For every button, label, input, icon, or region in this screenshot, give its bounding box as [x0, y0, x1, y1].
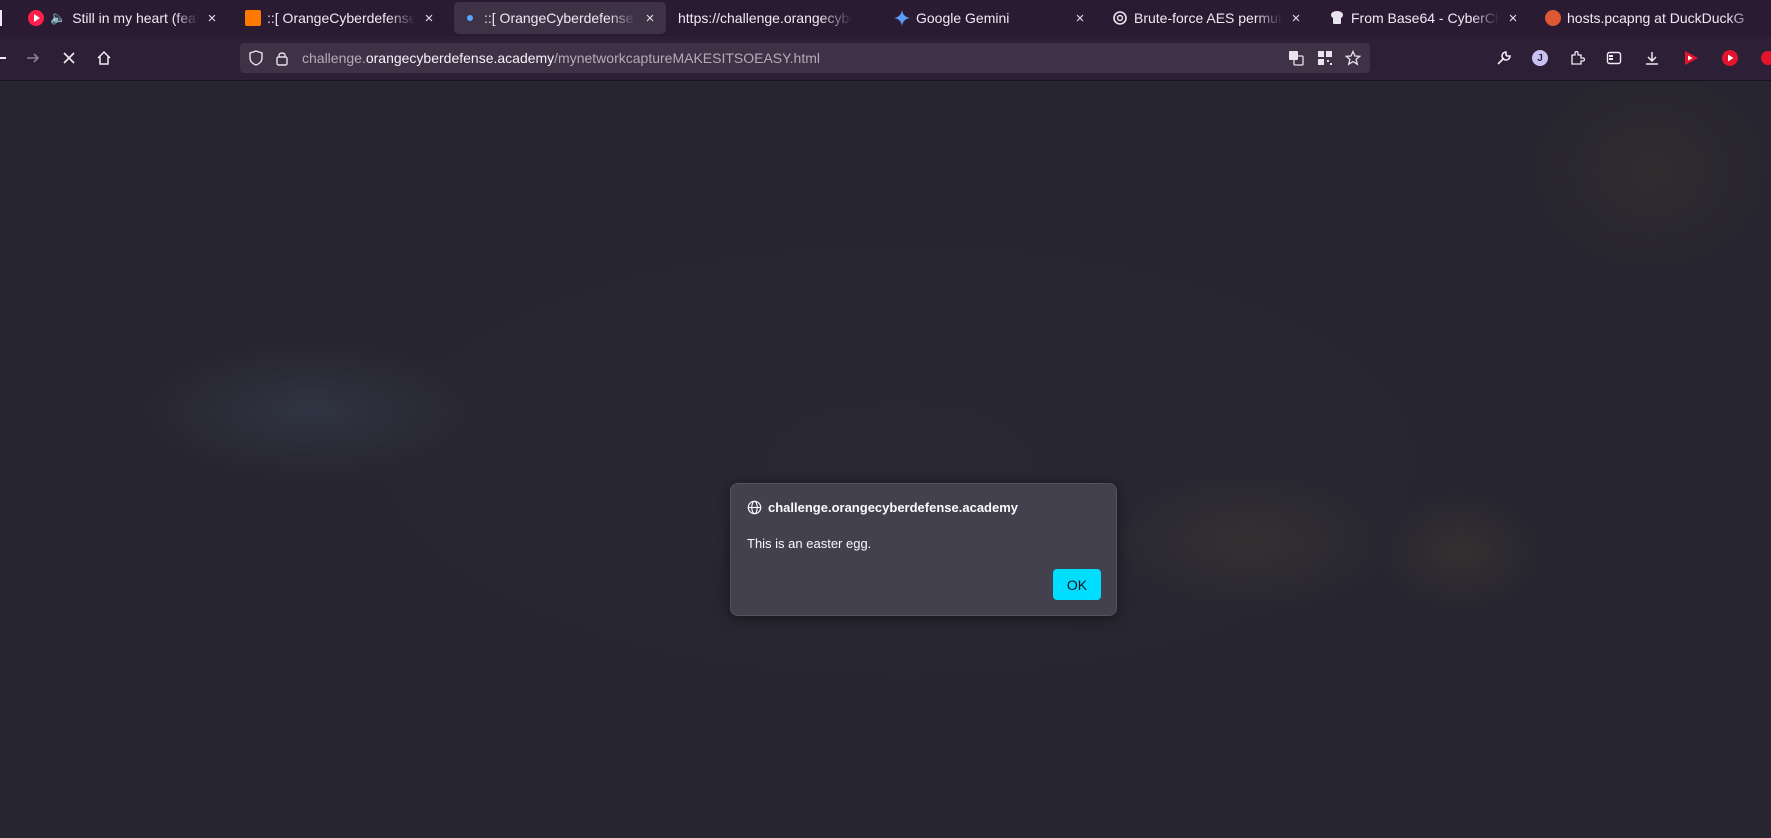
extensions-icon[interactable]	[1567, 48, 1587, 68]
url-bar[interactable]: challenge.orangecyberdefense.academy/myn…	[240, 43, 1370, 73]
alert-dialog: challenge.orangecyberdefense.academy Thi…	[730, 483, 1117, 616]
shield-icon[interactable]	[248, 50, 264, 66]
ok-button[interactable]: OK	[1053, 569, 1101, 600]
dialog-message: This is an easter egg.	[747, 536, 872, 551]
tab-close-icon[interactable]: ×	[421, 10, 437, 27]
stop-loading-icon	[63, 52, 75, 64]
lock-icon[interactable]	[274, 50, 290, 66]
tab-title: https://challenge.orangecyberde	[678, 10, 852, 26]
tab-close-icon[interactable]: ×	[1505, 10, 1521, 27]
tab-orangecyberdefense-challenge[interactable]: ::[ OrangeCyberdefense Ch ×	[454, 2, 666, 34]
navigation-toolbar: challenge.orangecyberdefense.academy/myn…	[0, 36, 1771, 81]
tab-google-gemini[interactable]: Google Gemini ×	[886, 2, 1096, 34]
qr-code-icon[interactable]	[1317, 50, 1333, 66]
youtube-play-icon[interactable]	[1720, 48, 1740, 68]
tab-close-icon[interactable]: ×	[204, 10, 220, 27]
youtube-music-icon	[28, 10, 44, 26]
back-arrow-icon[interactable]	[0, 57, 6, 59]
url-text[interactable]: challenge.orangecyberdefense.academy/myn…	[302, 50, 820, 66]
dialog-header: challenge.orangecyberdefense.academy	[747, 500, 1018, 515]
translate-icon[interactable]	[1288, 50, 1304, 66]
tab-challenge-url[interactable]: https://challenge.orangecyberde	[670, 2, 860, 34]
loading-dot-icon	[467, 15, 473, 21]
forward-arrow-icon	[27, 53, 40, 63]
tab-close-icon[interactable]: ×	[1072, 10, 1088, 27]
globe-icon	[747, 500, 762, 515]
url-path: /mynetworkcaptureMAKESITSOEASY.html	[554, 50, 821, 66]
tab-title: From Base64 - CyberChef	[1351, 10, 1499, 26]
sidebar-icon[interactable]	[1604, 48, 1624, 68]
youtube-extension-icon[interactable]	[1681, 48, 1701, 68]
speaker-audio-icon[interactable]: 🔈	[50, 10, 66, 26]
url-prefix: challenge.	[302, 50, 366, 66]
tab-overflow-edge	[0, 10, 2, 26]
page-content	[0, 81, 1771, 838]
tab-still-in-my-heart[interactable]: 🔈 Still in my heart (feat. P ×	[20, 2, 228, 34]
forward-button[interactable]	[19, 44, 47, 72]
bookmark-star-icon[interactable]	[1345, 50, 1361, 66]
stop-loading-button[interactable]	[55, 44, 83, 72]
tab-strip: 🔈 Still in my heart (feat. P × ::[ Orang…	[0, 0, 1771, 36]
tab-brute-force-aes[interactable]: Brute-force AES permutatio ×	[1104, 2, 1312, 34]
url-host: orangecyberdefense.academy	[365, 50, 555, 66]
tab-close-icon[interactable]: ×	[1288, 10, 1304, 27]
home-button[interactable]	[90, 44, 118, 72]
tab-close-icon[interactable]: ×	[642, 10, 658, 27]
cyberchef-icon	[1331, 11, 1343, 24]
duckduckgo-icon	[1545, 10, 1561, 26]
tab-title: Brute-force AES permutatio	[1134, 10, 1282, 26]
tab-title: hosts.pcapng at DuckDuckG	[1567, 10, 1745, 26]
tab-title: Google Gemini	[916, 10, 1010, 26]
tab-hosts-pcapng-duckduckgo[interactable]: hosts.pcapng at DuckDuckG	[1537, 2, 1771, 34]
wrench-icon[interactable]	[1494, 48, 1514, 68]
dialog-origin: challenge.orangecyberdefense.academy	[768, 500, 1019, 515]
more-toolbar-icon[interactable]	[1758, 48, 1771, 68]
orange-logo-icon	[245, 10, 261, 26]
tab-title: Still in my heart (feat. P	[72, 10, 198, 26]
tab-title: ::[ OrangeCyberdefense ]::	[267, 10, 415, 26]
tab-orangecyberdefense[interactable]: ::[ OrangeCyberdefense ]:: ×	[237, 2, 445, 34]
gemini-icon	[894, 10, 910, 26]
account-avatar-icon[interactable]: J	[1530, 48, 1550, 68]
chatgpt-icon	[1113, 11, 1127, 25]
tab-cyberchef[interactable]: From Base64 - CyberChef ×	[1321, 2, 1529, 34]
downloads-icon[interactable]	[1642, 48, 1662, 68]
home-icon	[97, 50, 111, 65]
account-initial: J	[1532, 50, 1548, 66]
tab-title: ::[ OrangeCyberdefense Ch	[484, 10, 636, 26]
